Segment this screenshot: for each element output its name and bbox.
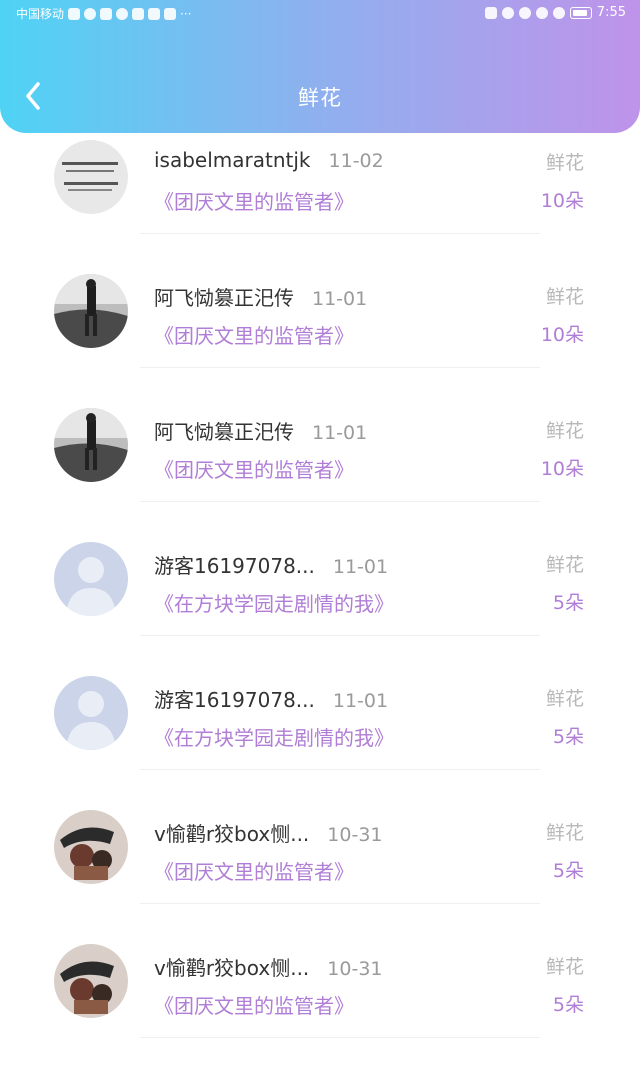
hd-icon: [484, 6, 497, 19]
username: 阿飞恸篡正汜传 11-01: [154, 416, 367, 445]
app-notification-icon: [148, 7, 161, 20]
gift-type-label: 鲜花: [545, 688, 584, 710]
username-text: v愉鹳r狡box恻...: [154, 956, 310, 980]
app-notification-icon: [100, 7, 113, 20]
list-item[interactable]: 阿飞恸篡正汜传 11-01 《团厌文里的监管者》 鲜花 10朵: [0, 234, 640, 368]
book-title-link[interactable]: 《在方块学园走剧情的我》: [154, 722, 394, 751]
username-text: isabelmaratntjk: [154, 148, 311, 172]
gift-date: 11-02: [328, 150, 384, 172]
gift-date: 11-01: [332, 690, 389, 712]
default-avatar[interactable]: [54, 676, 128, 750]
list-item[interactable]: 阿飞恸篡正汜传 11-01 《团厌文里的监管者》 鲜花 10朵: [0, 368, 640, 502]
mute-icon: [552, 6, 565, 19]
gift-type-label: 鲜花: [545, 152, 584, 174]
flower-gift-list: isabelmaratntjk 11-02 《团厌文里的监管者》 鲜花 10朵 阿…: [0, 100, 640, 1038]
photo-avatar[interactable]: [54, 408, 128, 482]
page-title: 鲜花: [298, 86, 342, 110]
book-title-link[interactable]: 《在方块学园走剧情的我》: [154, 588, 394, 617]
gift-count: 10朵: [540, 190, 584, 212]
gift-date: 11-01: [332, 556, 389, 578]
username: v愉鹳r狡box恻... 10-31: [154, 818, 383, 847]
nfc-icon: [501, 6, 514, 19]
status-right: 7:55: [484, 5, 626, 20]
list-item[interactable]: v愉鹳r狡box恻... 10-31 《团厌文里的监管者》 鲜花 5朵: [0, 770, 640, 904]
book-title-link[interactable]: 《团厌文里的监管者》: [154, 454, 354, 483]
username-text: 游客16197078...: [154, 554, 315, 578]
username: v愉鹳r狡box恻... 10-31: [154, 952, 383, 981]
status-bar: 中国移动 ··· 7:55: [0, 0, 640, 28]
username: isabelmaratntjk 11-02: [154, 148, 384, 172]
list-item[interactable]: 游客16197078... 11-01 《在方块学园走剧情的我》 鲜花 5朵: [0, 502, 640, 636]
gift-date: 11-01: [312, 422, 368, 444]
username: 阿飞恸篡正汜传 11-01: [154, 282, 367, 311]
bluetooth-icon: [535, 6, 548, 19]
gift-date: 10-31: [327, 958, 383, 980]
clock: 7:55: [596, 5, 626, 20]
gift-count: 5朵: [552, 592, 584, 614]
artwork-avatar[interactable]: [54, 810, 128, 884]
username-text: 阿飞恸篡正汜传: [154, 420, 294, 444]
username-text: 阿飞恸篡正汜传: [154, 286, 294, 310]
gift-count: 10朵: [540, 324, 584, 346]
gift-count: 5朵: [552, 994, 584, 1016]
gift-count: 5朵: [552, 860, 584, 882]
photo-avatar[interactable]: [54, 274, 128, 348]
artwork-avatar[interactable]: [54, 944, 128, 1018]
username-text: 游客16197078...: [154, 688, 315, 712]
header-bar: 中国移动 ··· 7:55 鲜花: [0, 0, 640, 133]
battery-icon: [569, 6, 592, 19]
gift-count: 10朵: [540, 458, 584, 480]
gift-type-label: 鲜花: [545, 286, 584, 308]
list-item[interactable]: v愉鹳r狡box恻... 10-31 《团厌文里的监管者》 鲜花 5朵: [0, 904, 640, 1038]
gift-type-label: 鲜花: [545, 554, 584, 576]
chat-icon: [116, 7, 129, 20]
wifi-icon: [84, 7, 97, 20]
gift-type-label: 鲜花: [545, 420, 584, 442]
book-title-link[interactable]: 《团厌文里的监管者》: [154, 186, 354, 215]
username: 游客16197078... 11-01: [154, 550, 388, 579]
book-title-link[interactable]: 《团厌文里的监管者》: [154, 856, 354, 885]
default-avatar[interactable]: [54, 542, 128, 616]
gift-count: 5朵: [552, 726, 584, 748]
list-item[interactable]: 游客16197078... 11-01 《在方块学园走剧情的我》 鲜花 5朵: [0, 636, 640, 770]
carrier-label: 中国移动: [16, 7, 65, 21]
gift-type-label: 鲜花: [545, 956, 584, 978]
row-divider: [140, 1037, 540, 1038]
status-left: 中国移动 ···: [16, 5, 191, 22]
app-notification-icon: [132, 7, 145, 20]
signal-icon: [68, 7, 81, 20]
book-title-link[interactable]: 《团厌文里的监管者》: [154, 990, 354, 1019]
app-notification-icon: [164, 7, 177, 20]
more-notifications-icon: ···: [180, 6, 192, 21]
gift-date: 11-01: [312, 288, 368, 310]
username: 游客16197078... 11-01: [154, 684, 388, 713]
gift-date: 10-31: [327, 824, 383, 846]
username-text: v愉鹳r狡box恻...: [154, 822, 310, 846]
book-title-link[interactable]: 《团厌文里的监管者》: [154, 320, 354, 349]
alarm-icon: [518, 6, 531, 19]
gift-type-label: 鲜花: [545, 822, 584, 844]
calligraphy-avatar[interactable]: [54, 140, 128, 214]
